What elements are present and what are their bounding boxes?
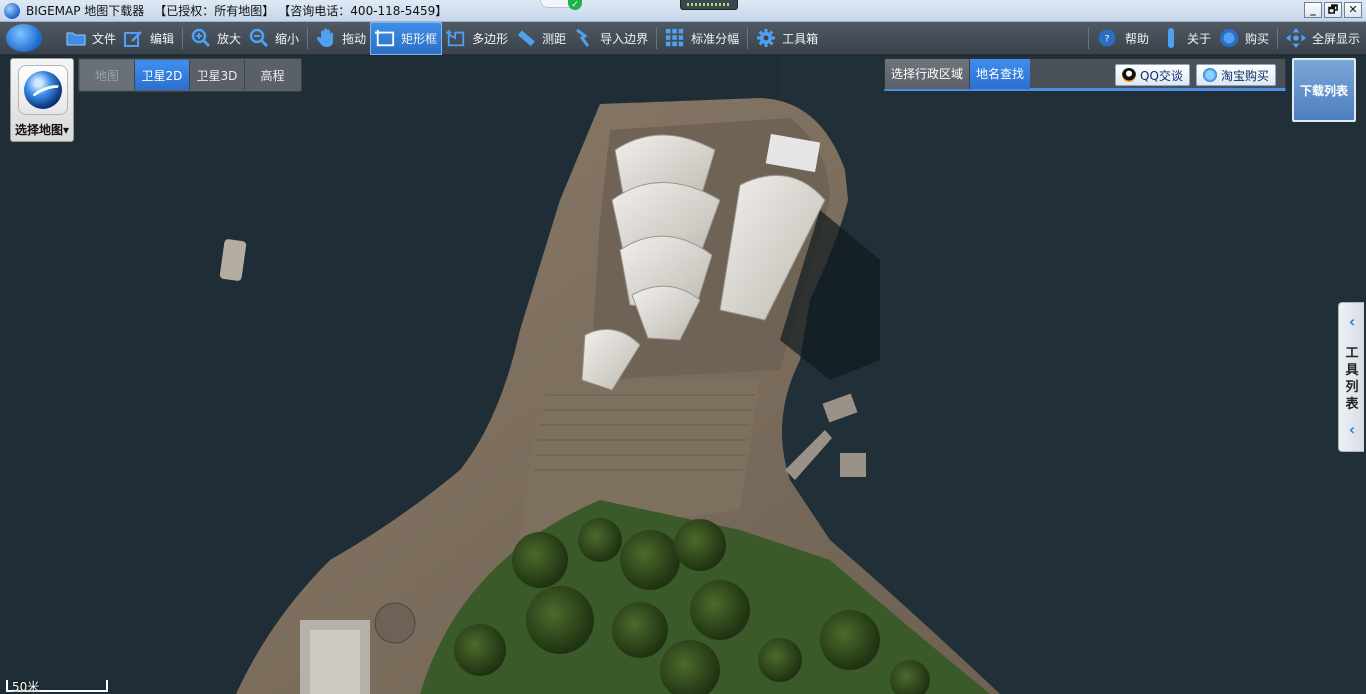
chevron-left-icon: ‹ <box>1348 312 1356 331</box>
taobao-buy-label: 淘宝购买 <box>1221 68 1270 83</box>
check-icon: ✓ <box>568 0 582 10</box>
select-map-widget[interactable]: 选择地图▾ <box>10 58 74 142</box>
scale-tick <box>106 680 108 692</box>
tool-list-tab[interactable]: ‹ 工具列表 ‹ <box>1338 302 1364 452</box>
tab-place-search[interactable]: 地名查找 <box>970 58 1031 89</box>
qq-chat-label: QQ交谈 <box>1140 68 1183 83</box>
app-logo-icon <box>4 2 20 19</box>
zoom-in-label: 放大 <box>217 31 242 46</box>
map-canvas[interactable] <box>0 56 1366 694</box>
import-icon <box>574 28 594 48</box>
scale-bar: 50米 <box>4 678 110 694</box>
rectangle-icon <box>375 28 395 48</box>
zoom-out-button[interactable]: 缩小 <box>245 22 303 55</box>
minimize-button[interactable]: _ <box>1304 2 1322 18</box>
ruler-icon <box>516 28 536 48</box>
tab-map[interactable]: 地图 <box>80 60 135 90</box>
measure-label: 测距 <box>542 31 567 46</box>
app-name: BIGEMAP 地图下载器 <box>26 4 145 18</box>
zoom-in-icon <box>191 28 211 48</box>
help-label: 帮助 <box>1124 31 1149 46</box>
satellite-imagery <box>0 56 1366 694</box>
help-icon: ? <box>1097 28 1117 48</box>
close-button[interactable]: ✕ <box>1344 2 1362 18</box>
fullscreen-label: 全屏显示 <box>1311 31 1360 46</box>
window-title: BIGEMAP 地图下载器 【已授权：所有地图】 【咨询电话：400-118-545… <box>26 2 457 19</box>
scale-label: 50米 <box>12 680 40 694</box>
toolbox-button[interactable]: 工具箱 <box>752 22 822 55</box>
zoom-out-label: 缩小 <box>275 31 300 46</box>
tab-elevation[interactable]: 高程 <box>245 60 300 90</box>
taobao-buy-button[interactable]: 淘宝购买 <box>1196 64 1277 86</box>
toolbox-label: 工具箱 <box>782 31 819 46</box>
taobao-icon <box>1203 68 1217 82</box>
roundabout <box>374 602 416 644</box>
toolbar-divider <box>656 27 658 49</box>
main-toolbar: 文件 编辑 放大 缩小 拖动 矩形框 多边形 测距 导入边界 标准分幅 工具箱 … <box>0 21 1366 55</box>
zoom-in-button[interactable]: 放大 <box>187 22 245 55</box>
pan-label: 拖动 <box>342 31 367 46</box>
tab-satellite-3d[interactable]: 卫星3D <box>190 60 245 90</box>
svg-text:?: ? <box>1105 33 1110 44</box>
map-type-tabs: 地图 卫星2D 卫星3D 高程 <box>78 58 302 92</box>
fullscreen-icon <box>1285 28 1306 48</box>
gear-icon <box>756 28 776 48</box>
info-icon <box>1161 28 1181 48</box>
building-roof <box>310 630 360 694</box>
google-earth-icon <box>18 65 68 115</box>
polygon-label: 多边形 <box>472 31 509 46</box>
toolbar-divider <box>747 27 749 49</box>
grid-icon <box>665 28 685 48</box>
edit-icon <box>124 28 144 48</box>
about-label: 关于 <box>1186 31 1211 46</box>
measure-button[interactable]: 测距 <box>512 22 570 55</box>
folder-icon <box>66 28 86 48</box>
globe-icon <box>1219 28 1239 48</box>
zoom-out-icon <box>249 28 269 48</box>
bigemap-logo-icon <box>6 24 42 52</box>
file-label: 文件 <box>92 31 117 46</box>
fullscreen-button[interactable]: 全屏显示 <box>1282 22 1366 55</box>
buy-button[interactable]: 购买 <box>1215 22 1273 55</box>
toolbar-divider <box>1276 27 1278 49</box>
import-boundary-button[interactable]: 导入边界 <box>570 22 652 55</box>
polygon-icon <box>446 28 466 48</box>
file-button[interactable]: 文件 <box>62 22 120 55</box>
license-text: 【已授权：所有地图】 <box>154 4 275 18</box>
rectangle-label: 矩形框 <box>401 31 438 46</box>
rectangle-button[interactable]: 矩形框 <box>370 21 443 55</box>
window-controls: _ 🗗 ✕ <box>1304 2 1362 18</box>
qq-penguin-icon <box>1122 68 1136 82</box>
edit-button[interactable]: 编辑 <box>120 22 178 55</box>
toolbar-divider <box>307 27 309 49</box>
toolbar-divider <box>182 27 184 49</box>
signal-meter <box>680 0 738 10</box>
standard-grid-button[interactable]: 标准分幅 <box>661 22 743 55</box>
about-button[interactable]: 关于 <box>1157 22 1215 55</box>
tool-list-label: 工具列表 <box>1345 346 1359 412</box>
help-button[interactable]: ? 帮助 <box>1093 22 1157 55</box>
standard-grid-label: 标准分幅 <box>691 31 740 46</box>
buy-label: 购买 <box>1244 31 1269 46</box>
pan-button[interactable]: 拖动 <box>312 22 370 55</box>
restore-button[interactable]: 🗗 <box>1324 2 1342 18</box>
tab-satellite-2d[interactable]: 卫星2D <box>135 60 190 90</box>
select-map-label: 选择地图▾ <box>14 123 70 137</box>
phone-text: 【咨询电话：400-118-5459】 <box>284 4 448 18</box>
hand-icon <box>316 28 336 48</box>
search-panel: 选择行政区域 地名查找 QQ交谈 淘宝购买 <box>884 58 1286 91</box>
chevron-left-icon: ‹ <box>1348 420 1356 439</box>
edit-label: 编辑 <box>150 31 175 46</box>
polygon-button[interactable]: 多边形 <box>442 22 512 55</box>
download-list-button[interactable]: 下载列表 <box>1292 58 1356 122</box>
tab-select-region[interactable]: 选择行政区域 <box>885 58 971 89</box>
qq-chat-button[interactable]: QQ交谈 <box>1115 64 1190 86</box>
import-boundary-label: 导入边界 <box>600 31 649 46</box>
title-bar: BIGEMAP 地图下载器 【已授权：所有地图】 【咨询电话：400-118-545… <box>0 0 1366 22</box>
toolbar-divider <box>1087 27 1089 49</box>
